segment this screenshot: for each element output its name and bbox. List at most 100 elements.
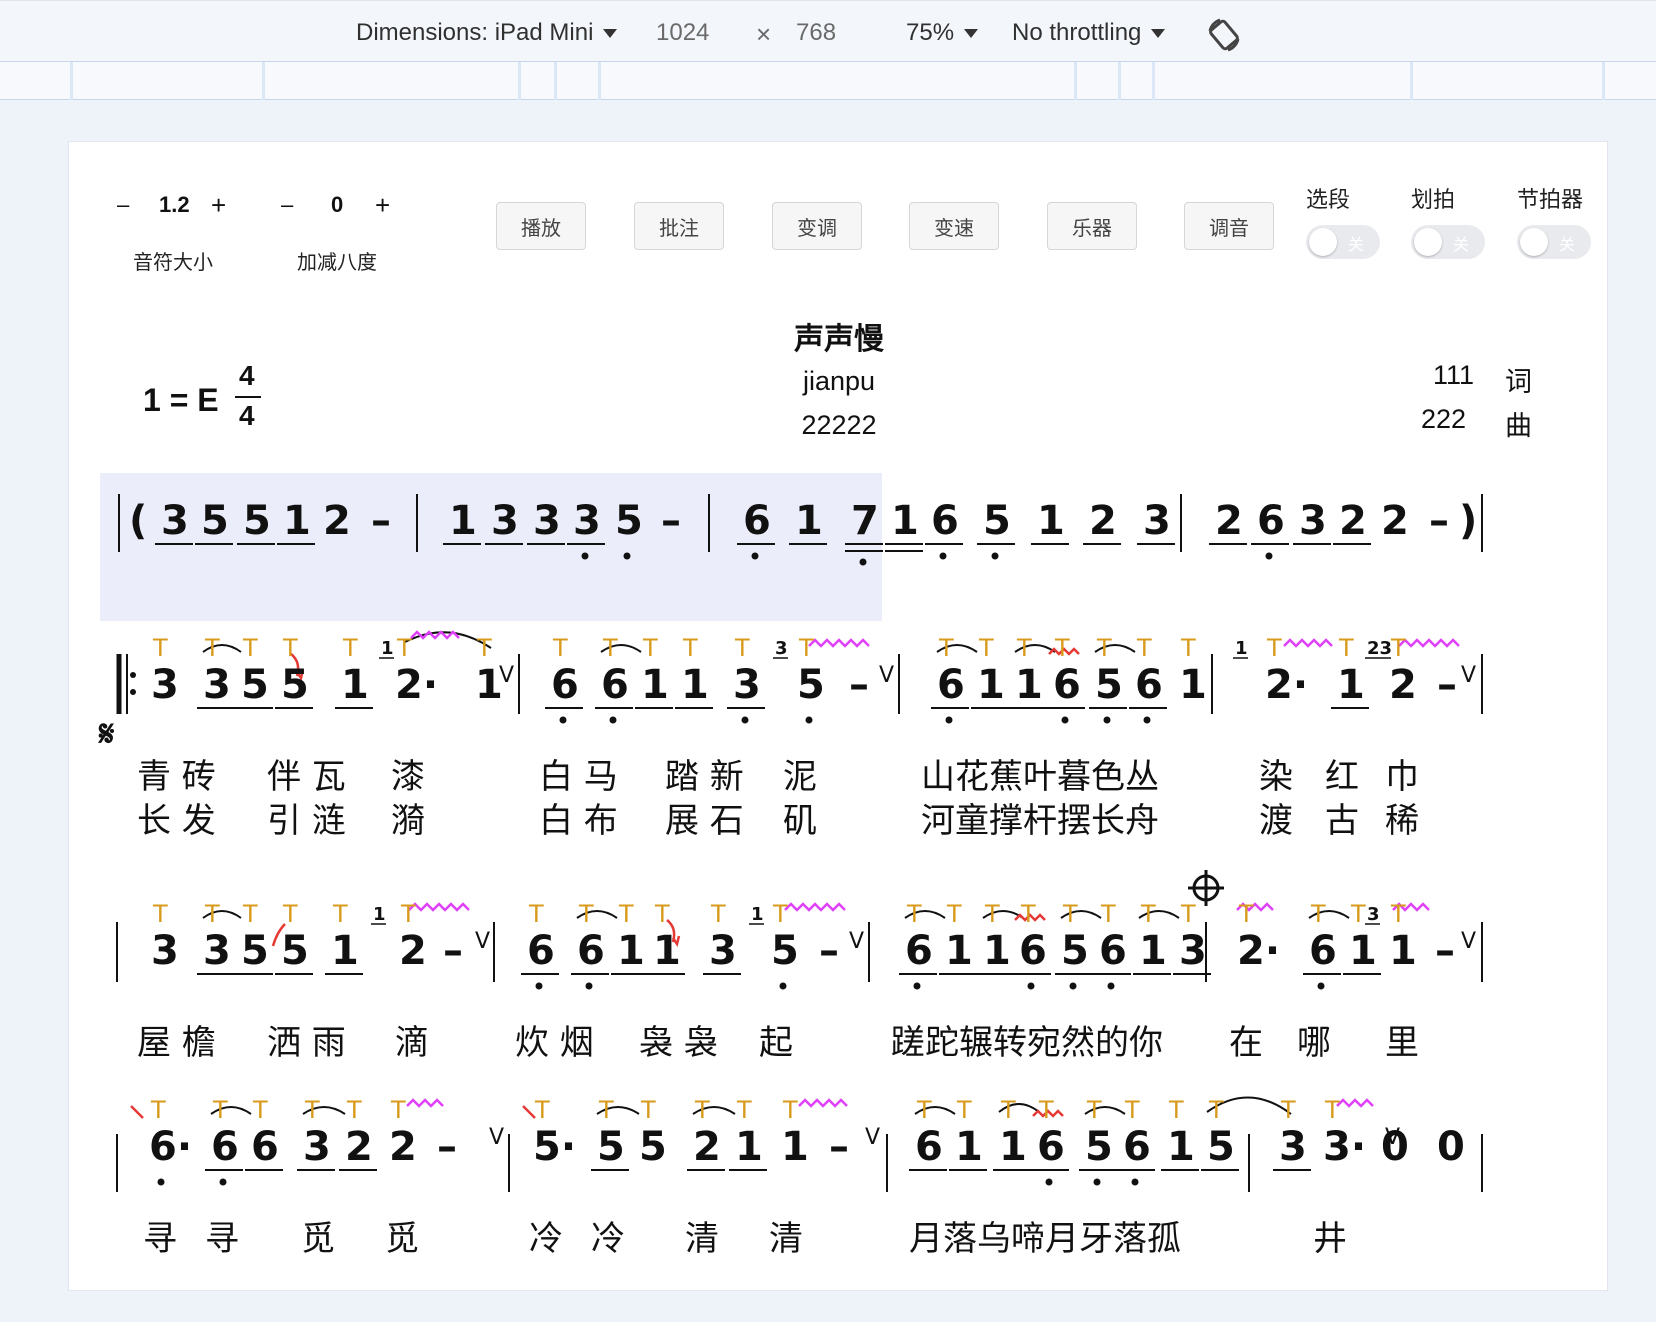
note[interactable]: 5	[1095, 662, 1123, 708]
note[interactable]: 6	[251, 1124, 279, 1170]
width-input[interactable]: 1024	[656, 19, 709, 47]
note[interactable]: 6	[905, 928, 933, 974]
note[interactable]: )	[1459, 498, 1477, 544]
note[interactable]: 1	[781, 1124, 809, 1170]
note[interactable]: 3	[151, 928, 179, 974]
note[interactable]: 5	[597, 1124, 625, 1170]
note[interactable]: 5	[771, 928, 799, 974]
note[interactable]: 2·	[1265, 662, 1308, 708]
grace-note[interactable]: 1	[1235, 638, 1248, 659]
note[interactable]: –	[1437, 662, 1457, 708]
note[interactable]: 3	[303, 1124, 331, 1170]
note[interactable]: 3	[491, 498, 519, 544]
note[interactable]: 6	[1123, 1124, 1151, 1170]
note[interactable]: 2	[345, 1124, 373, 1170]
grace-note[interactable]: 3	[1367, 904, 1380, 925]
note[interactable]: 5	[1085, 1124, 1113, 1170]
note[interactable]: 6	[601, 662, 629, 708]
note[interactable]: 6	[937, 662, 965, 708]
dimensions-dropdown[interactable]: Dimensions: iPad Mini	[356, 19, 618, 47]
note[interactable]: 2	[693, 1124, 721, 1170]
note[interactable]: 3	[151, 662, 179, 708]
note[interactable]: 1	[1179, 662, 1207, 708]
note[interactable]: 6	[1037, 1124, 1065, 1170]
note[interactable]: 1	[977, 662, 1005, 708]
note[interactable]: 7	[851, 498, 879, 544]
note[interactable]: 1	[1389, 928, 1417, 974]
note[interactable]: 3	[1143, 498, 1171, 544]
note[interactable]: 6	[1099, 928, 1127, 974]
note[interactable]: 1	[891, 498, 919, 544]
note[interactable]: 1	[795, 498, 823, 544]
note[interactable]: 5	[201, 498, 229, 544]
note[interactable]: 5	[797, 662, 825, 708]
note[interactable]: 3	[1179, 928, 1207, 974]
note[interactable]: 5	[615, 498, 643, 544]
note[interactable]: 1	[735, 1124, 763, 1170]
note[interactable]: 5	[243, 498, 271, 544]
note[interactable]: 1	[1015, 662, 1043, 708]
note[interactable]: 5	[241, 928, 269, 974]
note[interactable]: 6	[1019, 928, 1047, 974]
note[interactable]: 2	[399, 928, 427, 974]
note[interactable]: –	[371, 498, 391, 544]
note[interactable]: 6	[915, 1124, 943, 1170]
note[interactable]: 6	[1135, 662, 1163, 708]
note[interactable]: 1	[283, 498, 311, 544]
note[interactable]: –	[849, 662, 869, 708]
grace-note[interactable]: 1	[751, 904, 764, 925]
note[interactable]: 1	[1037, 498, 1065, 544]
note[interactable]: 6	[1257, 498, 1285, 544]
note[interactable]: 2	[323, 498, 351, 544]
note[interactable]: 5	[281, 928, 309, 974]
note[interactable]: 0	[1437, 1124, 1465, 1170]
note[interactable]: 1	[617, 928, 645, 974]
note[interactable]: 1	[945, 928, 973, 974]
note[interactable]: –	[829, 1124, 849, 1170]
note[interactable]: 6	[931, 498, 959, 544]
note[interactable]: 3	[161, 498, 189, 544]
note[interactable]: 5	[281, 662, 309, 708]
note[interactable]: 6	[1053, 662, 1081, 708]
note[interactable]: 1	[1139, 928, 1167, 974]
note[interactable]: 2	[1389, 662, 1417, 708]
note[interactable]: 2	[1381, 498, 1409, 544]
note[interactable]: 2	[1215, 498, 1243, 544]
note[interactable]: 6·	[149, 1124, 192, 1170]
note[interactable]: 1	[341, 662, 369, 708]
note[interactable]: 1	[641, 662, 669, 708]
note[interactable]: 3	[1279, 1124, 1307, 1170]
note[interactable]: –	[437, 1124, 457, 1170]
note[interactable]: –	[819, 928, 839, 974]
note[interactable]: 2	[1089, 498, 1117, 544]
note[interactable]: 6	[211, 1124, 239, 1170]
note[interactable]: 5	[1207, 1124, 1235, 1170]
note[interactable]: 3	[203, 928, 231, 974]
note[interactable]: 1	[1167, 1124, 1195, 1170]
note[interactable]: 3	[533, 498, 561, 544]
note[interactable]: 6	[527, 928, 555, 974]
note[interactable]: 5·	[533, 1124, 576, 1170]
note[interactable]: (	[129, 498, 147, 544]
note[interactable]: 3	[709, 928, 737, 974]
zoom-dropdown[interactable]: 75%	[906, 19, 979, 47]
note[interactable]: 1	[983, 928, 1011, 974]
note[interactable]: 3	[1299, 498, 1327, 544]
rotate-icon[interactable]	[1204, 15, 1244, 55]
note[interactable]: 1	[331, 928, 359, 974]
note[interactable]: 2·	[1237, 928, 1280, 974]
note[interactable]: 6	[551, 662, 579, 708]
note[interactable]: –	[443, 928, 463, 974]
height-input[interactable]: 768	[796, 19, 836, 47]
note[interactable]: –	[661, 498, 681, 544]
note[interactable]: 5	[1061, 928, 1089, 974]
note[interactable]: 1	[1349, 928, 1377, 974]
note[interactable]: 3	[573, 498, 601, 544]
note[interactable]: –	[1435, 928, 1455, 974]
note[interactable]: 5	[241, 662, 269, 708]
note[interactable]: 6	[1309, 928, 1337, 974]
note[interactable]: 1	[449, 498, 477, 544]
note[interactable]: 6	[577, 928, 605, 974]
note[interactable]: 1	[1337, 662, 1365, 708]
note[interactable]: 5	[983, 498, 1011, 544]
